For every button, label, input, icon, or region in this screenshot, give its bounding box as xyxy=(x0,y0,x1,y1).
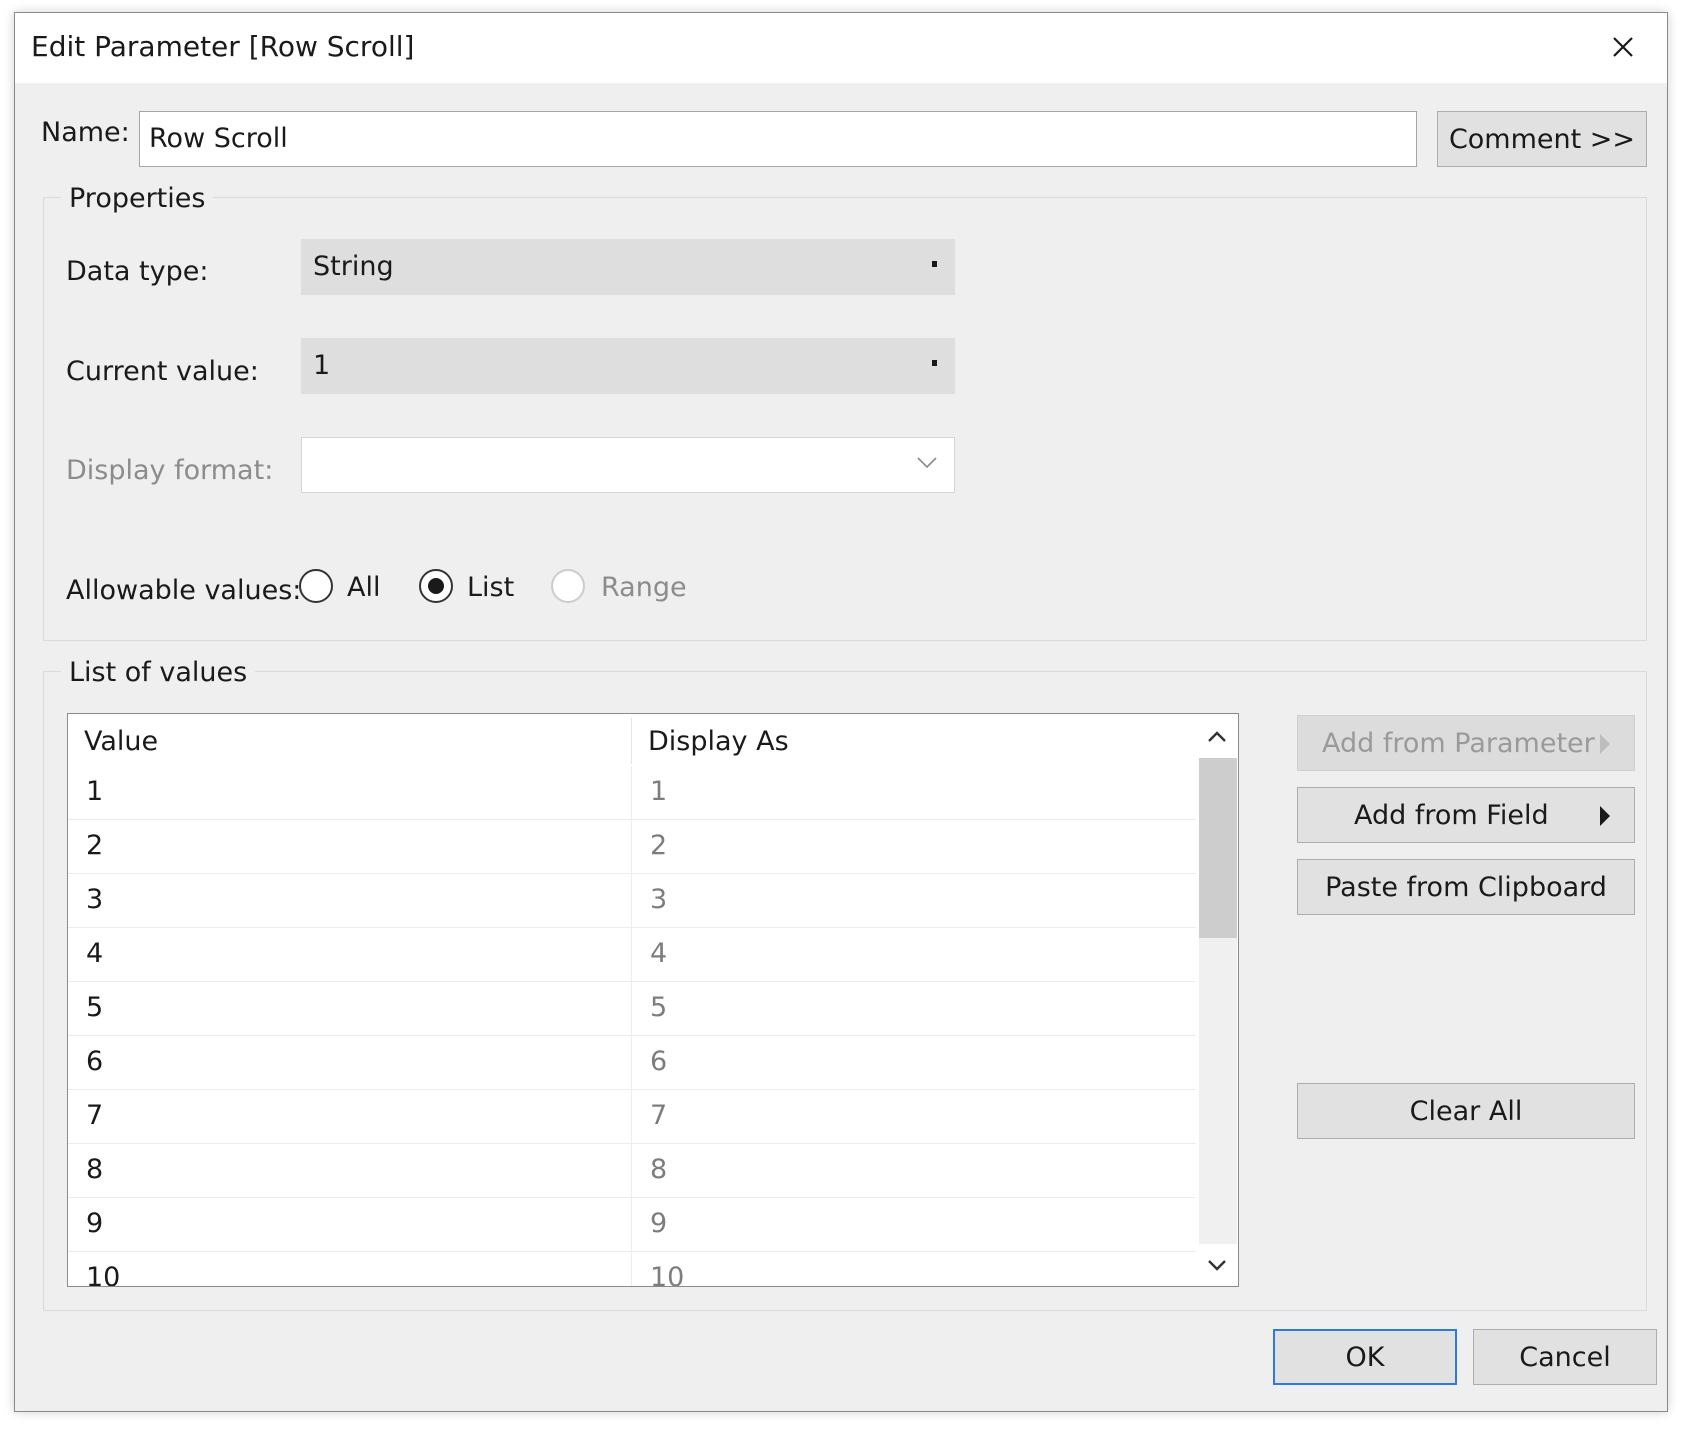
column-divider xyxy=(631,1252,632,1286)
list-item-display-as: 6 xyxy=(650,1046,668,1077)
list-item-value: 7 xyxy=(86,1100,104,1131)
add-from-parameter-button: Add from Parameter xyxy=(1297,715,1635,771)
paste-from-clipboard-button[interactable]: Paste from Clipboard xyxy=(1297,859,1635,915)
list-item[interactable]: 44 xyxy=(68,928,1196,982)
column-divider xyxy=(631,874,632,928)
scroll-down-icon[interactable] xyxy=(1206,1254,1228,1276)
close-button[interactable] xyxy=(1601,25,1645,69)
radio-range-label: Range xyxy=(601,572,687,603)
list-item-display-as: 3 xyxy=(650,884,668,915)
list-item[interactable]: 88 xyxy=(68,1144,1196,1198)
comment-button[interactable]: Comment >> xyxy=(1437,111,1647,167)
column-divider xyxy=(631,820,632,874)
list-header: Value Display As xyxy=(68,714,1196,766)
properties-title: Properties xyxy=(61,183,214,214)
radio-list[interactable] xyxy=(419,569,453,603)
values-list[interactable]: Value Display As 1 1 2 2 3 3 4 4 5 5 6 6 7 7 8 8 9 9 10 10 xyxy=(67,713,1239,1287)
radio-range xyxy=(551,569,585,603)
vertical-scrollbar[interactable] xyxy=(1196,714,1238,1286)
add-from-parameter-label: Add from Parameter xyxy=(1322,727,1595,759)
column-header-value[interactable]: Value xyxy=(84,726,158,757)
list-item-value: 3 xyxy=(86,884,104,915)
list-item-value: 4 xyxy=(86,938,104,969)
chevron-down-icon xyxy=(917,457,937,469)
list-item-display-as: 5 xyxy=(650,992,668,1023)
list-item-value: 1 xyxy=(86,776,104,807)
list-item-value: 9 xyxy=(86,1208,104,1239)
list-item[interactable]: 66 xyxy=(68,1036,1196,1090)
column-divider xyxy=(631,928,632,982)
name-input[interactable]: Row Scroll xyxy=(139,111,1417,167)
allowable-values-label: Allowable values: xyxy=(66,575,302,606)
submenu-arrow-icon xyxy=(1600,806,1610,826)
column-header-display-as[interactable]: Display As xyxy=(648,726,789,757)
column-divider xyxy=(631,1144,632,1198)
list-item-value: 10 xyxy=(86,1262,121,1287)
list-item[interactable]: 10 10 xyxy=(68,1252,1196,1287)
current-value-select[interactable]: 1 xyxy=(301,338,955,394)
column-divider xyxy=(631,1036,632,1090)
cancel-button[interactable]: Cancel xyxy=(1473,1329,1657,1385)
close-icon xyxy=(1613,37,1633,57)
add-from-field-button[interactable]: Add from Field xyxy=(1297,787,1635,843)
scrollbar-thumb[interactable] xyxy=(1199,758,1237,938)
ok-button[interactable]: OK xyxy=(1273,1329,1457,1385)
window-title: Edit Parameter [Row Scroll] xyxy=(31,30,415,63)
list-item[interactable]: 33 xyxy=(68,874,1196,928)
list-item-value: 2 xyxy=(86,830,104,861)
data-type-select[interactable]: String xyxy=(301,239,955,295)
add-from-field-label: Add from Field xyxy=(1354,799,1549,831)
clear-all-button[interactable]: Clear All xyxy=(1297,1083,1635,1139)
list-item-display-as: 7 xyxy=(650,1100,668,1131)
edit-parameter-dialog: Edit Parameter [Row Scroll] Name: Row Sc… xyxy=(14,12,1668,1412)
list-item[interactable]: 22 xyxy=(68,820,1196,874)
list-item[interactable]: 77 xyxy=(68,1090,1196,1144)
column-divider xyxy=(631,982,632,1036)
column-divider xyxy=(631,1090,632,1144)
list-item-value: 6 xyxy=(86,1046,104,1077)
list-item-display-as: 1 xyxy=(650,776,668,807)
column-divider xyxy=(631,766,632,820)
list-item[interactable]: 11 xyxy=(68,766,1196,820)
list-item-display-as: 9 xyxy=(650,1208,668,1239)
scroll-up-icon[interactable] xyxy=(1206,726,1228,748)
submenu-arrow-icon xyxy=(1600,734,1610,754)
radio-all[interactable] xyxy=(299,569,333,603)
current-value-value: 1 xyxy=(313,350,331,381)
column-divider xyxy=(631,1198,632,1252)
data-type-value: String xyxy=(313,251,394,282)
list-item[interactable]: 55 xyxy=(68,982,1196,1036)
list-item-display-as: 2 xyxy=(650,830,668,861)
data-type-label: Data type: xyxy=(66,256,209,287)
title-bar: Edit Parameter [Row Scroll] xyxy=(15,13,1667,83)
list-item-value: 5 xyxy=(86,992,104,1023)
list-item-display-as: 4 xyxy=(650,938,668,969)
list-item-value: 8 xyxy=(86,1154,104,1185)
display-format-select xyxy=(301,437,955,493)
list-of-values-title: List of values xyxy=(61,657,256,688)
list-rows: 1 1 2 2 3 3 4 4 5 5 6 6 7 7 8 8 9 9 10 10 xyxy=(68,766,1196,1287)
list-item[interactable]: 99 xyxy=(68,1198,1196,1252)
display-format-label: Display format: xyxy=(66,455,274,486)
name-label: Name: xyxy=(41,117,130,148)
radio-all-label: All xyxy=(347,572,381,603)
current-value-label: Current value: xyxy=(66,356,259,387)
radio-list-label: List xyxy=(467,572,515,603)
column-divider xyxy=(631,718,632,764)
list-item-display-as: 8 xyxy=(650,1154,668,1185)
dropdown-indicator-icon xyxy=(932,360,937,366)
dropdown-indicator-icon xyxy=(932,261,937,267)
list-item-display-as: 10 xyxy=(650,1262,685,1287)
